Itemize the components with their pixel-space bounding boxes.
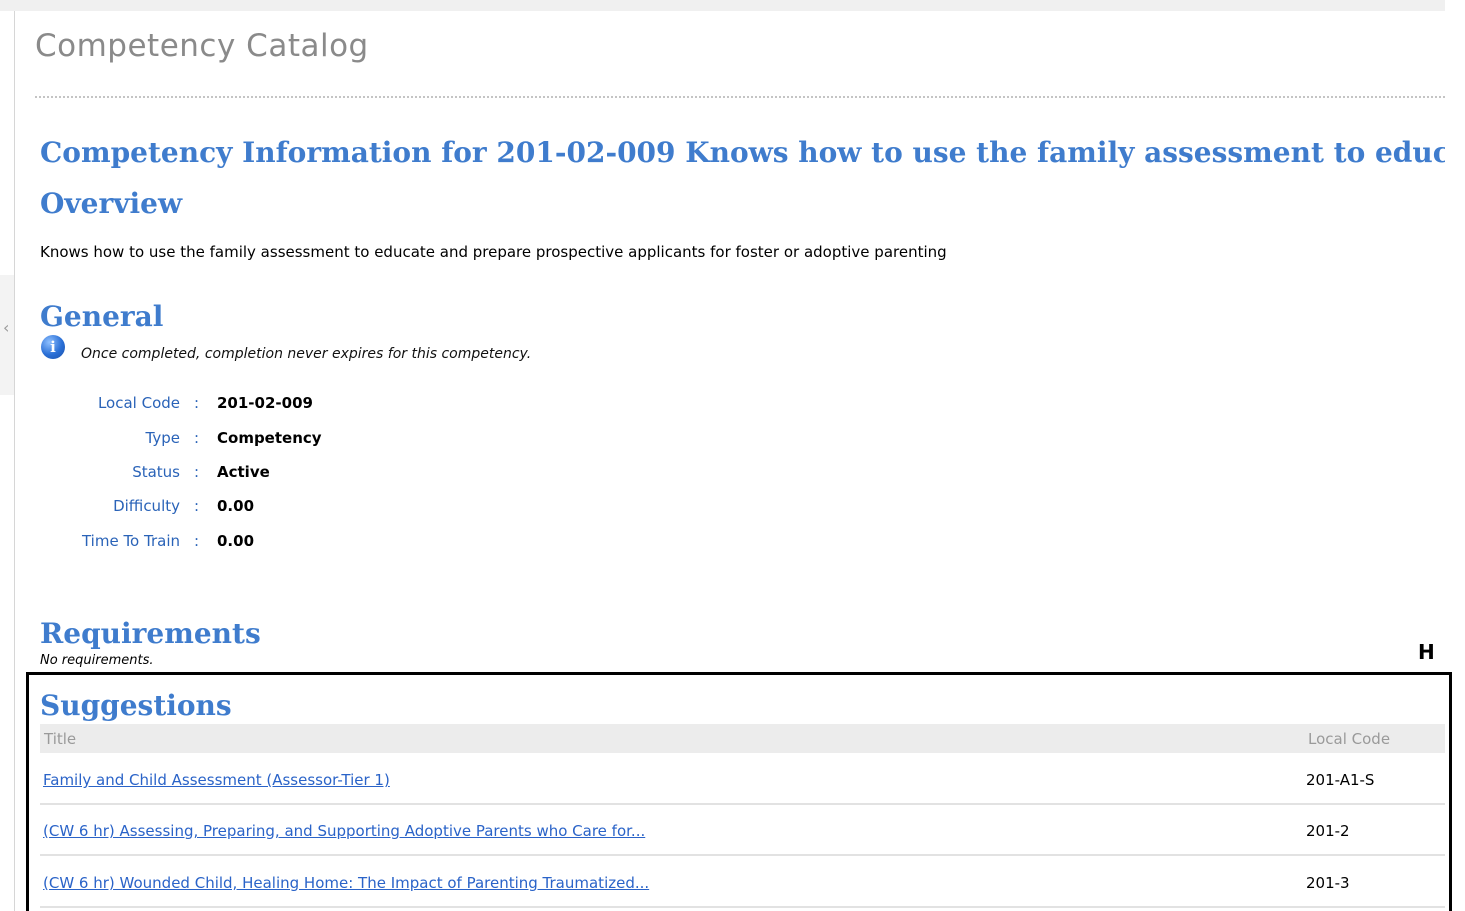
suggestion-link[interactable]: (CW 6 hr) Assessing, Preparing, and Supp… [43,822,645,840]
overview-heading: Overview [40,187,183,220]
field-value: 0.00 [217,497,255,515]
competency-catalog-page: ‹ Competency Catalog Competency Informat… [0,0,1465,911]
column-header-local-code[interactable]: Local Code [1308,730,1390,748]
field-label: Difficulty [113,497,180,515]
info-icon: i [41,335,65,359]
field-status: Status : Active [0,463,600,485]
field-separator: : [194,532,200,550]
field-separator: : [194,429,200,447]
field-separator: : [194,497,200,515]
field-local-code: Local Code : 201-02-009 [0,394,600,416]
suggestion-local-code: 201-A1-S [1306,771,1375,789]
field-difficulty: Difficulty : 0.00 [0,497,600,519]
field-label: Status [132,463,180,481]
field-value: Competency [217,429,322,447]
suggestion-local-code: 201-3 [1306,874,1350,892]
chevron-left-icon[interactable]: ‹ [3,320,9,336]
page-title: Competency Catalog [35,28,369,64]
top-strip [0,0,1445,11]
competency-heading: Competency Information for 201-02-009 Kn… [40,136,1445,169]
suggestions-heading: Suggestions [40,689,232,722]
column-header-title[interactable]: Title [44,730,76,748]
table-row: Family and Child Assessment (Assessor-Ti… [40,755,1445,805]
table-row: (CW 6 hr) Assessing, Preparing, and Supp… [40,806,1445,856]
requirements-empty-text: No requirements. [40,653,154,668]
field-label: Time To Train [81,532,180,550]
overview-description: Knows how to use the family assessment t… [40,243,947,261]
field-value: 201-02-009 [217,394,313,412]
field-label: Type [145,429,180,447]
field-time-to-train: Time To Train : 0.00 [0,532,600,554]
field-value: 0.00 [217,532,255,550]
suggestion-link[interactable]: Family and Child Assessment (Assessor-Ti… [43,771,390,789]
expiry-note: Once completed, completion never expires… [81,346,532,362]
annotation-label: H [1418,640,1435,664]
left-divider [14,11,15,911]
field-separator: : [194,463,200,481]
general-heading: General [40,300,164,333]
field-value: Active [217,463,270,481]
field-label: Local Code [97,394,180,412]
table-row: (CW 6 hr) Wounded Child, Healing Home: T… [40,858,1445,908]
field-separator: : [194,394,200,412]
suggestion-link[interactable]: (CW 6 hr) Wounded Child, Healing Home: T… [43,874,649,892]
suggestion-local-code: 201-2 [1306,822,1350,840]
field-type: Type : Competency [0,429,600,451]
title-divider [35,96,1445,98]
requirements-heading: Requirements [40,617,261,650]
suggestions-table-header: Title Local Code [40,724,1445,753]
